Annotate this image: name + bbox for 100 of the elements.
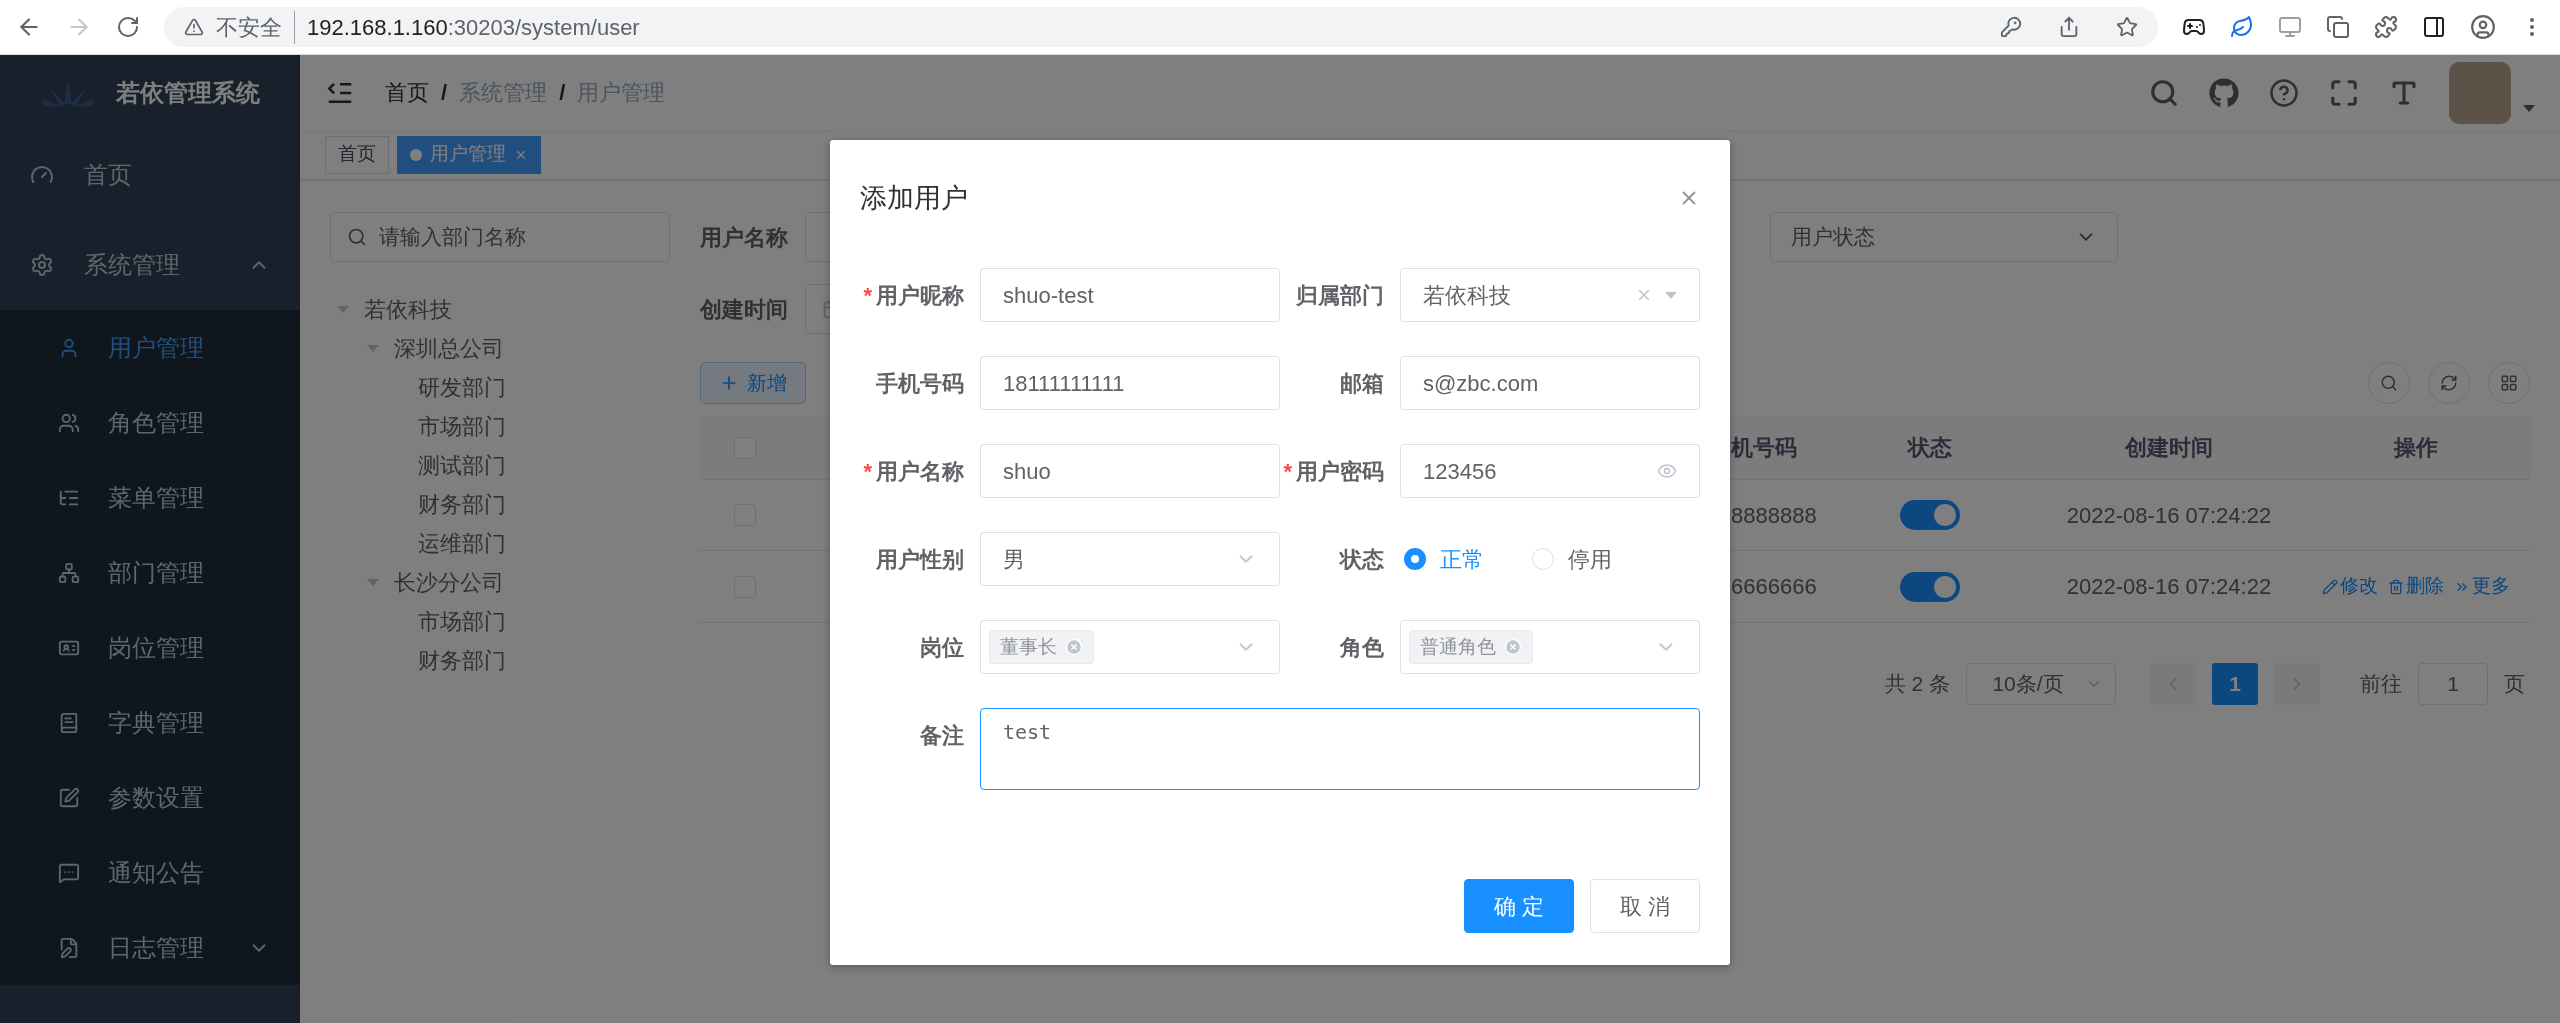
form-label: 岗位 [920, 633, 964, 662]
grid-icon [2500, 374, 2518, 392]
required-asterisk: * [863, 457, 872, 486]
fullscreen-icon[interactable] [2329, 77, 2359, 108]
select-field[interactable]: 若依科技 [1400, 268, 1700, 322]
breadcrumb-separator: / [441, 79, 448, 107]
select-field[interactable]: 用户状态 [1770, 212, 2118, 262]
tree-node[interactable]: 市场部门 [418, 605, 506, 638]
status-switch[interactable] [1900, 500, 1960, 530]
form-label: 备注 [920, 721, 964, 750]
select-tag: 普通角色 [1409, 630, 1533, 664]
table-cell: 2022-08-16 07:24:22 [2066, 502, 2272, 528]
tree-node[interactable]: 长沙分公司 [394, 566, 504, 599]
tree-node[interactable]: 财务部门 [418, 644, 506, 677]
breadcrumb-separator: / [559, 79, 566, 107]
form-label: 角色 [1340, 633, 1384, 662]
page-suffix: 页 [2504, 671, 2525, 698]
tree-node[interactable]: 市场部门 [418, 410, 506, 443]
multi-select-field[interactable]: 董事长 [980, 620, 1280, 674]
multi-select-field[interactable]: 普通角色 [1400, 620, 1700, 674]
remove-tag-icon[interactable] [1065, 638, 1083, 656]
search-icon [2380, 374, 2398, 392]
column-header: 创建时间 [2125, 435, 2213, 460]
radio-option[interactable]: 停用 [1532, 542, 1612, 576]
tag-tab[interactable]: 用户管理 [397, 135, 541, 174]
help-icon[interactable] [2269, 77, 2299, 108]
column-header: 机号码 [1731, 435, 1797, 460]
breadcrumb-item[interactable]: 首页 [385, 76, 429, 109]
sidebar-item[interactable]: 部门管理 [0, 535, 300, 610]
caret-icon[interactable] [2523, 105, 2535, 112]
radio-button[interactable] [1404, 548, 1426, 570]
action-link[interactable]: 修改 [2321, 572, 2378, 601]
book-icon [58, 711, 80, 734]
key-icon[interactable] [2000, 16, 2022, 38]
input-field[interactable]: 18111111111 [980, 356, 1280, 410]
form-label: 归属部门 [1296, 281, 1384, 310]
document-edit-icon [58, 936, 80, 959]
action-link[interactable]: 更多 [2453, 572, 2510, 601]
form-label: 用户性别 [876, 545, 964, 574]
sidebar-item[interactable]: 岗位管理 [0, 610, 300, 685]
table-cell: 6666666 [1731, 574, 1817, 599]
trash-icon [2387, 578, 2404, 595]
security-label: 不安全 [216, 10, 295, 44]
sidebar-item[interactable]: 字典管理 [0, 685, 300, 760]
avatar-placeholder[interactable] [2449, 61, 2511, 124]
star-icon[interactable] [2116, 16, 2138, 38]
required-asterisk: * [863, 281, 872, 310]
app-title: 若依管理系统 [116, 77, 260, 108]
action-link[interactable]: 删除 [2387, 572, 2444, 601]
sidebar-item[interactable]: 系统管理 [0, 220, 300, 310]
url-text: 192.168.1.160:30203/system/user [307, 13, 640, 42]
input-field[interactable]: shuo [980, 444, 1280, 498]
select-field[interactable]: 男 [980, 532, 1280, 586]
page-size-select[interactable]: 10条/页 [1966, 663, 2116, 705]
tree-node[interactable]: 研发部门 [418, 371, 506, 404]
page-input[interactable]: 1 [2418, 663, 2488, 705]
password-field[interactable]: 123456 [1400, 444, 1700, 498]
side-panel-icon[interactable] [2422, 15, 2446, 39]
sidebar-item[interactable]: 通知公告 [0, 835, 300, 910]
tree-node[interactable]: 财务部门 [418, 488, 506, 521]
add-button[interactable]: 新增 [700, 362, 806, 404]
tree-node[interactable]: 深圳总公司 [394, 332, 504, 365]
column-header: 状态 [1908, 435, 1952, 460]
eye-icon[interactable] [1657, 461, 1677, 481]
textarea-field[interactable]: test [980, 708, 1700, 790]
dialog-button[interactable]: 确定 [1464, 879, 1574, 933]
column-header: 操作 [2393, 435, 2438, 460]
sidebar-item[interactable]: 参数设置 [0, 760, 300, 835]
sidebar-item[interactable]: 角色管理 [0, 385, 300, 460]
remove-tag-icon[interactable] [1504, 638, 1522, 656]
sidebar-item[interactable]: 用户管理 [0, 310, 300, 385]
address-bar[interactable]: 不安全 192.168.1.160:30203/system/user [164, 7, 2158, 47]
sidebar-item[interactable]: 菜单管理 [0, 460, 300, 535]
reload-icon[interactable] [116, 15, 140, 39]
tree-node[interactable]: 测试部门 [418, 449, 506, 482]
radio-button[interactable] [1532, 548, 1554, 570]
extension-icon[interactable] [2326, 15, 2350, 39]
sidebar-item[interactable]: 首页 [0, 130, 300, 220]
dialog-button[interactable]: 取消 [1590, 879, 1700, 933]
radio-option[interactable]: 正常 [1404, 542, 1484, 576]
chat-bubble-icon [58, 861, 80, 884]
search-field[interactable]: 请输入部门名称 [330, 212, 670, 262]
edit-icon [58, 786, 80, 809]
form-label: 用户昵称 [876, 281, 964, 310]
input-field[interactable]: shuo-test [980, 268, 1280, 322]
input-field[interactable]: s@zbc.com [1400, 356, 1700, 410]
tag-tab[interactable]: 首页 [325, 135, 389, 174]
form-label: 邮箱 [1340, 369, 1384, 398]
tree-node[interactable]: 运维部门 [418, 527, 506, 560]
share-icon[interactable] [2058, 16, 2080, 38]
pencil-icon [2321, 578, 2338, 595]
page-number-button[interactable]: 1 [2212, 663, 2258, 705]
profile-icon[interactable] [2470, 14, 2496, 40]
sidebar-item[interactable]: 日志管理 [0, 910, 300, 985]
status-switch[interactable] [1900, 571, 1960, 602]
search-icon[interactable] [2149, 77, 2179, 108]
settings-icon [30, 253, 54, 277]
extensions-icon[interactable] [2374, 15, 2398, 39]
github-icon[interactable] [2209, 77, 2239, 108]
tree-node[interactable]: 若依科技 [364, 293, 452, 326]
